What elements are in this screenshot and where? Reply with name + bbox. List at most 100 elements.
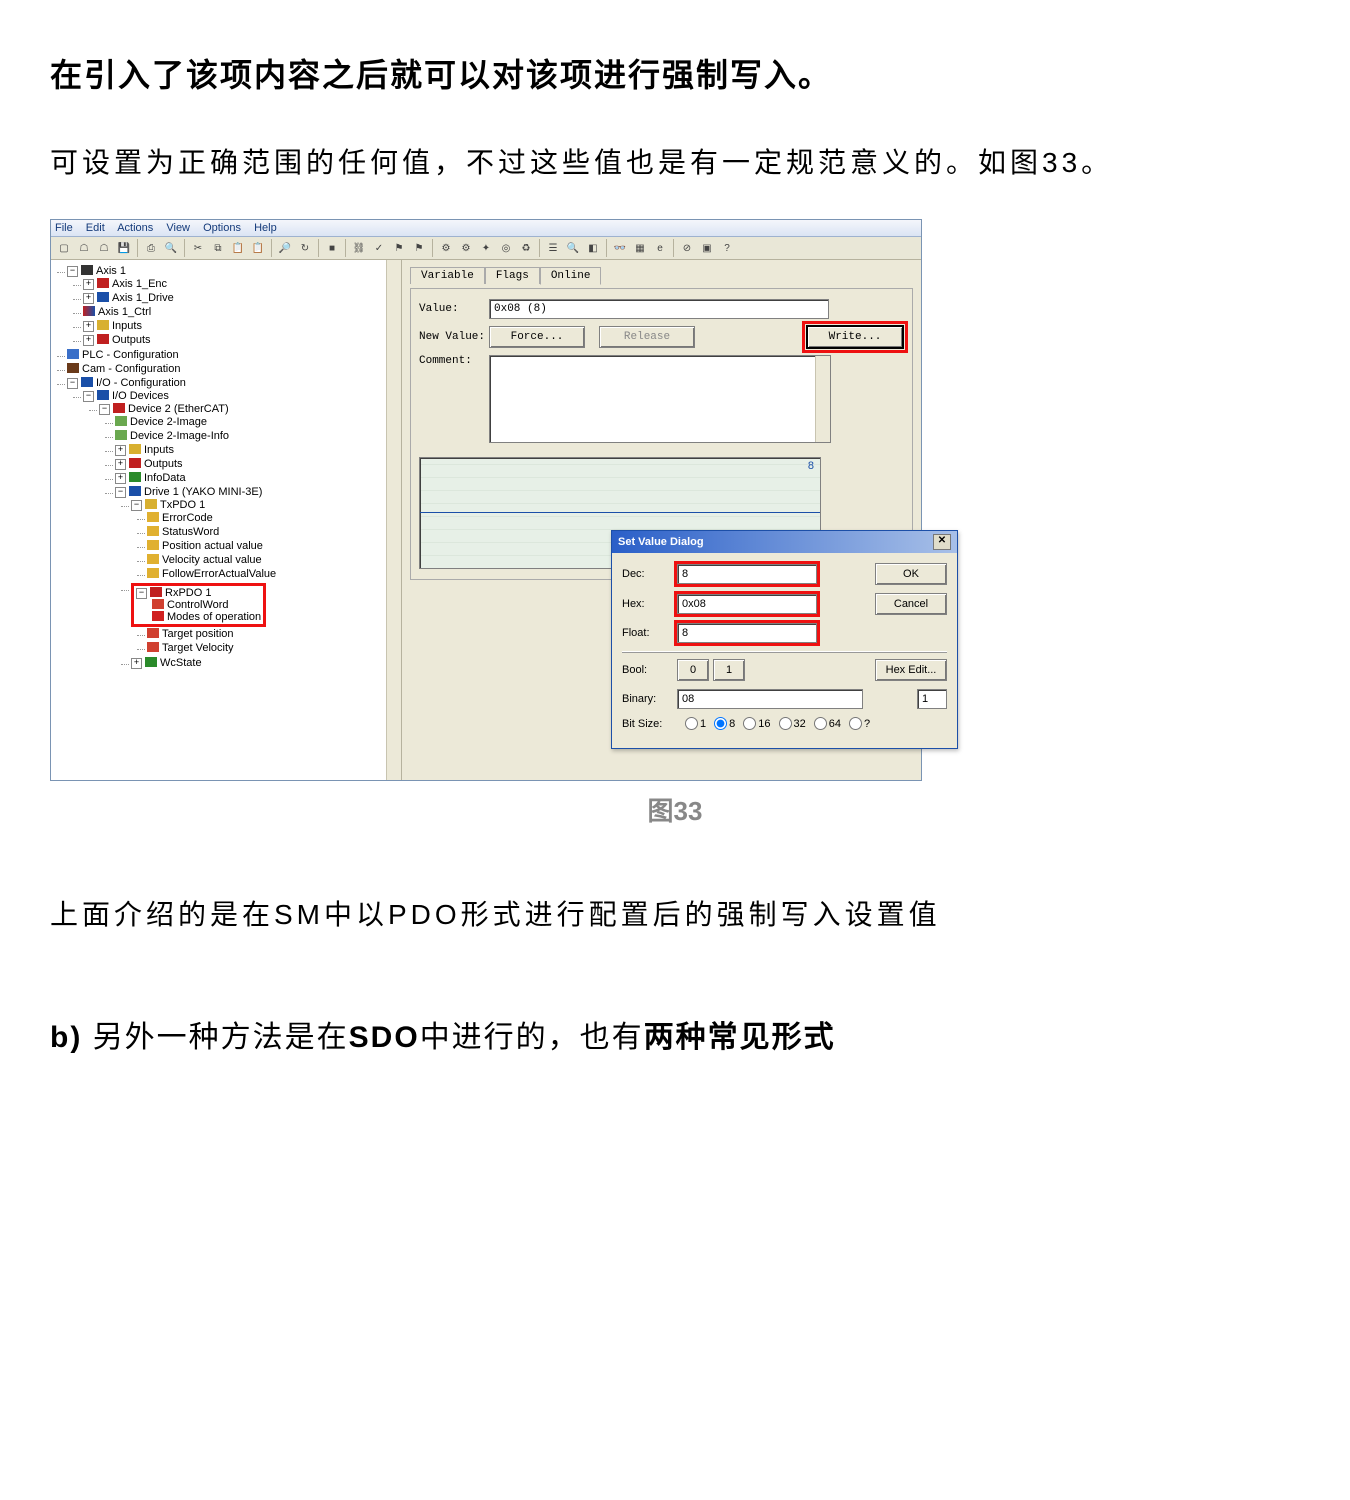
scope-icon[interactable]: ◧	[584, 239, 602, 257]
binary-input[interactable]	[677, 689, 863, 709]
tree-plc[interactable]: PLC - Configuration	[67, 348, 401, 362]
open-icon[interactable]: ☖	[75, 239, 93, 257]
expand-icon[interactable]: +	[83, 321, 94, 332]
tree-axis1[interactable]: −Axis 1 +Axis 1_Enc +Axis 1_Drive Axis 1…	[67, 264, 401, 348]
bitsize-1[interactable]	[685, 717, 698, 730]
device-icon[interactable]: ■	[323, 239, 341, 257]
release-button[interactable]: Release	[599, 326, 695, 348]
cancel-button[interactable]: Cancel	[875, 593, 947, 615]
tree-dev2img[interactable]: Device 2-Image	[115, 415, 401, 429]
hexedit-button[interactable]: Hex Edit...	[875, 659, 947, 681]
menu-view[interactable]: View	[166, 222, 190, 234]
bitsize-32[interactable]	[779, 717, 792, 730]
dec-input[interactable]	[677, 564, 817, 584]
paste-icon[interactable]: 📋	[229, 239, 247, 257]
list-icon[interactable]: ☰	[544, 239, 562, 257]
help-icon[interactable]: ?	[718, 239, 736, 257]
menu-edit[interactable]: Edit	[86, 222, 105, 234]
write-button[interactable]: Write...	[806, 325, 904, 349]
tab-online[interactable]: Online	[540, 267, 602, 285]
menu-actions[interactable]: Actions	[117, 222, 153, 234]
tree-outputs2[interactable]: +Outputs	[115, 457, 401, 471]
exp-icon[interactable]: e	[651, 239, 669, 257]
tree-statusword[interactable]: StatusWord	[147, 525, 401, 539]
tree-ioconf[interactable]: −I/O - Configuration −I/O Devices −Devic…	[67, 376, 401, 674]
cut-icon[interactable]: ✂	[189, 239, 207, 257]
check-icon[interactable]: ✓	[370, 239, 388, 257]
bitsize-8[interactable]	[714, 717, 727, 730]
collapse-icon[interactable]: −	[67, 378, 78, 389]
expand-icon[interactable]: +	[115, 459, 126, 470]
collapse-icon[interactable]: −	[136, 588, 147, 599]
expand-icon[interactable]: +	[83, 293, 94, 304]
expand-icon[interactable]: +	[83, 335, 94, 346]
zoom-icon[interactable]: 🔍	[564, 239, 582, 257]
tree-txpdo1[interactable]: −TxPDO 1 ErrorCode StatusWord Position a…	[131, 498, 401, 582]
no-icon[interactable]: ⊘	[678, 239, 696, 257]
expand-icon[interactable]: +	[115, 445, 126, 456]
tree-rxpdo1[interactable]: −RxPDO 1 ControlWord Modes of operation	[131, 582, 401, 656]
menu-options[interactable]: Options	[203, 222, 241, 234]
tree-drive1[interactable]: −Drive 1 (YAKO MINI-3E) −TxPDO 1 ErrorCo…	[115, 485, 401, 671]
close-icon[interactable]: ✕	[933, 534, 951, 550]
find-icon[interactable]: 🔎	[276, 239, 294, 257]
copy-icon[interactable]: ⧉	[209, 239, 227, 257]
tree-pane[interactable]: −Axis 1 +Axis 1_Enc +Axis 1_Drive Axis 1…	[51, 260, 402, 780]
bool-0-button[interactable]: 0	[677, 659, 709, 681]
flag1-icon[interactable]: ⚑	[390, 239, 408, 257]
tree-iodev[interactable]: −I/O Devices −Device 2 (EtherCAT) Device…	[83, 389, 401, 673]
tree-axis1-ctrl[interactable]: Axis 1_Ctrl	[83, 305, 401, 319]
target-icon[interactable]: ◎	[497, 239, 515, 257]
tree-dev2[interactable]: −Device 2 (EtherCAT) Device 2-Image Devi…	[99, 402, 401, 672]
refresh-icon[interactable]: ↻	[296, 239, 314, 257]
tree-axis1-enc[interactable]: +Axis 1_Enc	[83, 277, 401, 291]
tree-outputs[interactable]: +Outputs	[83, 333, 401, 347]
collapse-icon[interactable]: −	[99, 404, 110, 415]
comment-field[interactable]	[489, 355, 831, 443]
collapse-icon[interactable]: −	[67, 266, 78, 277]
gear1-icon[interactable]: ⚙	[437, 239, 455, 257]
preview-icon[interactable]: 🔍	[162, 239, 180, 257]
link-icon[interactable]: ⛓	[350, 239, 368, 257]
float-input[interactable]	[677, 623, 817, 643]
new-icon[interactable]: ▢	[55, 239, 73, 257]
tree-dev2imginfo[interactable]: Device 2-Image-Info	[115, 429, 401, 443]
tree-posactual[interactable]: Position actual value	[147, 539, 401, 553]
tab-flags[interactable]: Flags	[485, 267, 540, 284]
collapse-icon[interactable]: −	[115, 487, 126, 498]
expand-icon[interactable]: +	[115, 473, 126, 484]
bitsize-16[interactable]	[743, 717, 756, 730]
tab-variable[interactable]: Variable	[410, 267, 485, 284]
menu-help[interactable]: Help	[254, 222, 277, 234]
reload-icon[interactable]: ♻	[517, 239, 535, 257]
scroll-thumb-up[interactable]	[386, 260, 400, 277]
force-button[interactable]: Force...	[489, 326, 585, 348]
tree-errorcode[interactable]: ErrorCode	[147, 511, 401, 525]
tree-velactual[interactable]: Velocity actual value	[147, 553, 401, 567]
tree-targetvel[interactable]: Target Velocity	[147, 641, 401, 655]
expand-icon[interactable]: +	[83, 279, 94, 290]
tree-wcstate[interactable]: +WcState	[131, 656, 401, 670]
menu-file[interactable]: File	[55, 222, 73, 234]
scrollbar[interactable]	[815, 356, 830, 442]
print-icon[interactable]: ⎙	[142, 239, 160, 257]
bitsize-64[interactable]	[814, 717, 827, 730]
brush-icon[interactable]: ▦	[631, 239, 649, 257]
collapse-icon[interactable]: −	[131, 500, 142, 511]
ok-button[interactable]: OK	[875, 563, 947, 585]
box-icon[interactable]: ▣	[698, 239, 716, 257]
bool-1-button[interactable]: 1	[713, 659, 745, 681]
wand-icon[interactable]: ✦	[477, 239, 495, 257]
expand-icon[interactable]: +	[131, 658, 142, 669]
paste2-icon[interactable]: 📋	[249, 239, 267, 257]
tree-followerr[interactable]: FollowErrorActualValue	[147, 567, 401, 581]
hex-input[interactable]	[677, 594, 817, 614]
binary-width-input[interactable]	[917, 689, 947, 709]
tree-inputs[interactable]: +Inputs	[83, 319, 401, 333]
tree-axis1-drive[interactable]: +Axis 1_Drive	[83, 291, 401, 305]
collapse-icon[interactable]: −	[83, 391, 94, 402]
tree-cam[interactable]: Cam - Configuration	[67, 362, 401, 376]
tree-inputs2[interactable]: +Inputs	[115, 443, 401, 457]
bitsize-q[interactable]	[849, 717, 862, 730]
glasses-icon[interactable]: 👓	[611, 239, 629, 257]
